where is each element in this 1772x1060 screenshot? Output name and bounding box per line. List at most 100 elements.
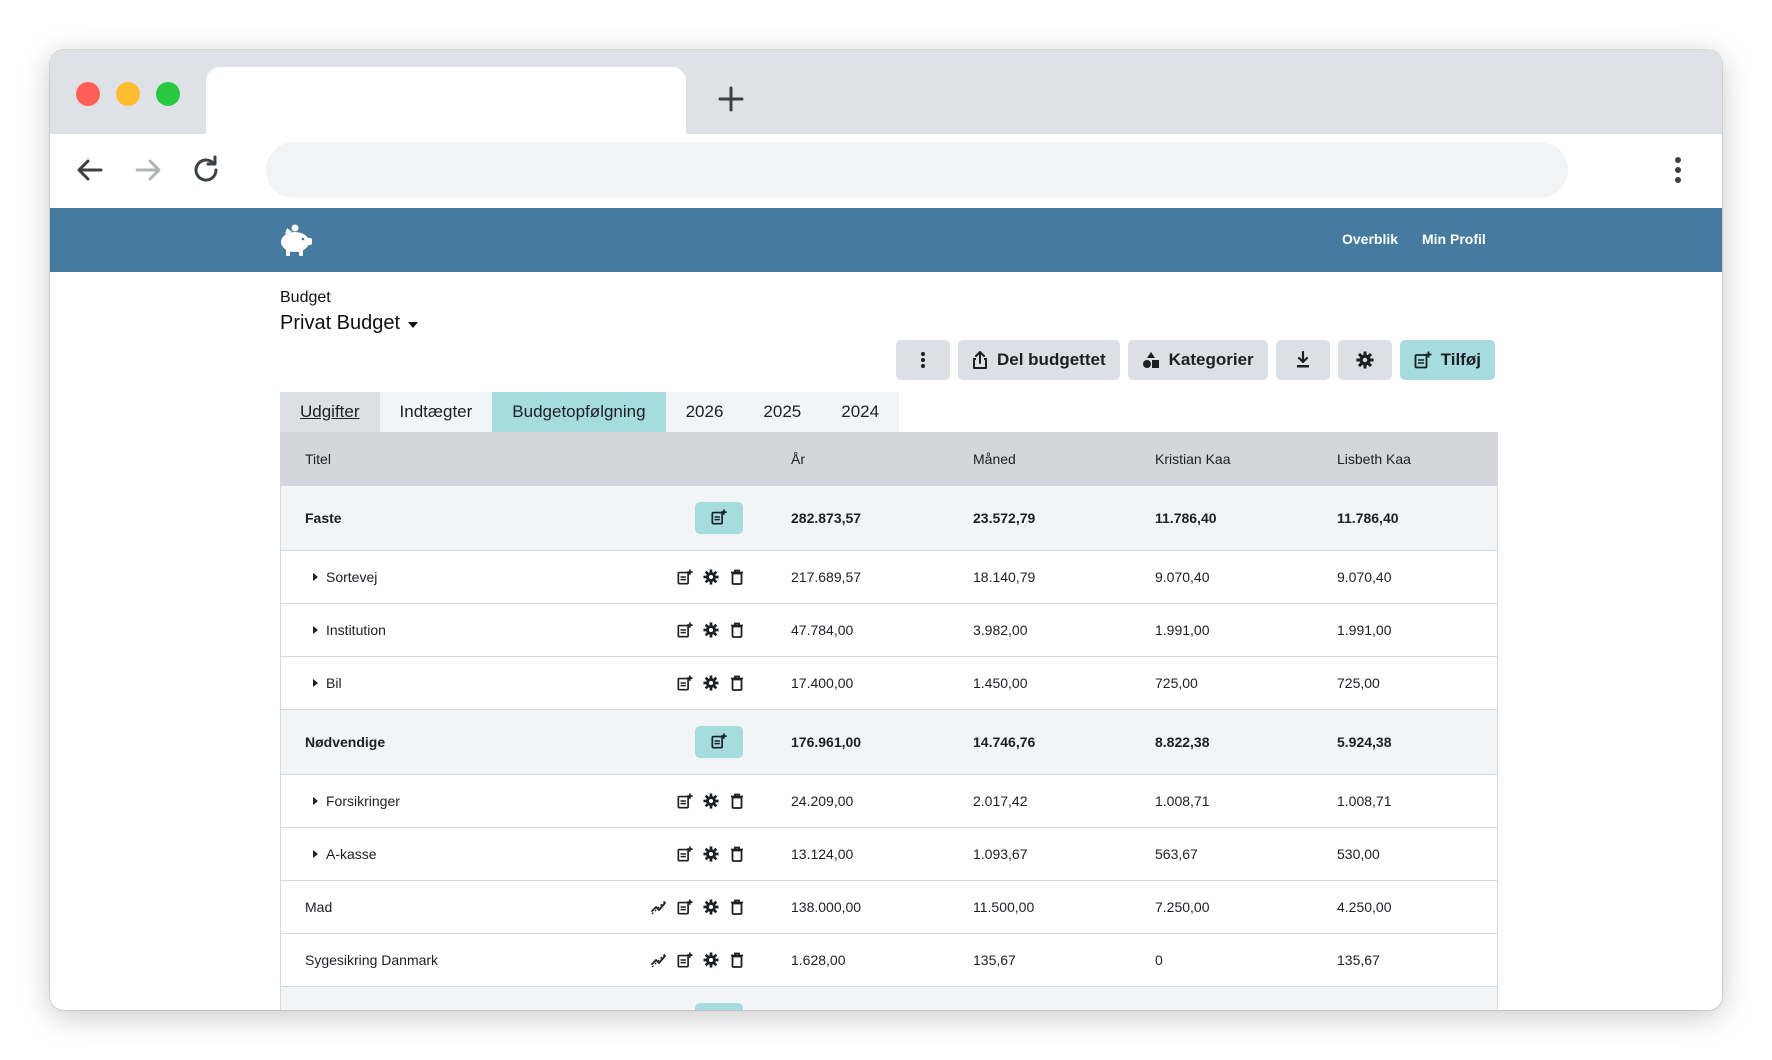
add-note-icon[interactable] [677,569,693,585]
add-button[interactable]: Tilføj [1399,340,1495,380]
tab-2026[interactable]: 2026 [666,392,744,432]
header-lisbeth-kaa: Lisbeth Kaa [1337,450,1411,467]
cell-lisbeth-kaa: 725,00 [1337,675,1380,691]
gear-icon[interactable] [703,899,719,915]
gear-icon[interactable] [703,952,719,968]
table-row[interactable]: A-kasse 13.124,00 1.093,67 563,67 530,00 [281,828,1497,881]
row-actions [677,675,745,691]
cell-ar: 282.873,57 [791,510,862,526]
browser-menu-icon[interactable] [1660,152,1696,188]
main-content: Budget Privat Budget Del budgettet Kateg… [50,272,1722,1010]
gear-icon[interactable] [703,622,719,638]
add-to-group-button[interactable] [695,502,743,534]
row-title[interactable]: Bil [313,675,342,691]
expand-caret-icon[interactable] [313,679,318,687]
table-group-row[interactable] [281,987,1497,1010]
table-group-row[interactable]: Nødvendige 176.961,00 14.746,76 8.822,38 5.9… [281,710,1497,775]
row-title[interactable]: A-kasse [313,846,377,862]
reload-icon[interactable] [188,152,224,188]
minimize-window-button[interactable] [116,82,140,106]
cell-lisbeth-kaa: 9.070,40 [1337,569,1392,585]
row-title[interactable]: Institution [313,622,386,638]
add-note-icon [711,508,727,528]
piggy-bank-logo-icon[interactable] [276,222,314,258]
download-button[interactable] [1275,340,1330,380]
action-toolbar: Del budgettet Kategorier Tilføj [896,340,1495,380]
add-note-icon[interactable] [677,675,693,691]
cell-kristian-kaa: 1.991,00 [1155,622,1210,638]
cell-lisbeth-kaa: 135,67 [1337,952,1380,968]
trash-icon[interactable] [729,846,745,862]
expand-caret-icon[interactable] [313,573,318,581]
table-group-row[interactable]: Faste 282.873,57 23.572,79 11.786,40 11.786,… [281,486,1497,551]
app-navbar: Overblik Min Profil [50,208,1722,272]
trash-icon[interactable] [729,622,745,638]
cell-maned: 135,67 [973,952,1016,968]
table-row[interactable]: Bil 17.400,00 1.450,00 725,00 725,00 [281,657,1497,710]
table-row[interactable]: Sygesikring Danmark 1.628,00 135,67 0 135,67 [281,934,1497,987]
gear-icon[interactable] [703,793,719,809]
trash-icon[interactable] [729,569,745,585]
shapes-icon [1142,351,1160,369]
expand-caret-icon[interactable] [313,797,318,805]
gear-icon[interactable] [703,846,719,862]
table-row[interactable]: Forsikringer 24.209,00 2.017,42 1.008,71 1.0… [281,775,1497,828]
add-note-icon[interactable] [677,899,693,915]
cell-kristian-kaa: 11.786,40 [1155,510,1217,526]
forward-arrow-icon[interactable] [130,152,166,188]
table-row[interactable]: Sortevej 217.689,57 18.140,79 9.070,40 9.070… [281,551,1497,604]
cell-ar: 217.689,57 [791,569,862,585]
row-title-text: Forsikringer [326,793,400,809]
add-note-icon [1414,351,1432,369]
row-actions [651,952,745,968]
trend-chart-icon[interactable] [651,952,667,968]
row-actions [677,622,745,638]
tab-2025[interactable]: 2025 [743,392,821,432]
maximize-window-button[interactable] [156,82,180,106]
add-note-icon[interactable] [677,622,693,638]
settings-button[interactable] [1337,340,1392,380]
new-tab-icon[interactable] [714,82,748,116]
row-title[interactable]: Sortevej [313,569,377,585]
trash-icon[interactable] [729,899,745,915]
close-window-button[interactable] [76,82,100,106]
add-to-group-button[interactable] [695,726,743,758]
gear-icon[interactable] [703,675,719,691]
address-bar[interactable] [266,142,1568,198]
table-row[interactable]: Mad 138.000,00 11.500,00 7.250,00 4.250,00 [281,881,1497,934]
nav-link-min-profil[interactable]: Min Profil [1422,231,1486,247]
share-budget-label: Del budgettet [997,350,1106,369]
header-titel: Titel [305,450,331,467]
cell-kristian-kaa: 7.250,00 [1155,899,1210,915]
row-title: Sygesikring Danmark [305,952,439,968]
add-note-icon[interactable] [677,846,693,862]
cell-kristian-kaa: 725,00 [1155,675,1198,691]
trend-chart-icon[interactable] [651,899,667,915]
add-note-icon[interactable] [677,952,693,968]
row-title[interactable]: Forsikringer [313,793,400,809]
gear-icon[interactable] [703,569,719,585]
tab-indtaegter[interactable]: Indtægter [380,392,493,432]
trash-icon[interactable] [729,675,745,691]
tab-budgetopfoelgning[interactable]: Budgetopfølgning [492,392,666,432]
cell-maned: 1.450,00 [973,675,1028,691]
nav-link-overblik[interactable]: Overblik [1342,231,1398,247]
trash-icon[interactable] [729,952,745,968]
browser-tab[interactable] [206,67,686,134]
budget-selector[interactable]: Privat Budget [280,312,419,335]
expand-caret-icon[interactable] [313,626,318,634]
categories-button[interactable]: Kategorier [1127,340,1268,380]
add-to-group-button[interactable] [695,1003,743,1010]
add-note-icon[interactable] [677,793,693,809]
tab-2024[interactable]: 2024 [821,392,899,432]
back-arrow-icon[interactable] [72,152,108,188]
cell-ar: 13.124,00 [791,846,854,862]
share-budget-button[interactable]: Del budgettet [958,340,1120,380]
trash-icon[interactable] [729,793,745,809]
more-options-button[interactable] [896,340,950,380]
tab-udgifter[interactable]: Udgifter [280,392,380,432]
row-title: Mad [305,899,333,915]
expand-caret-icon[interactable] [313,850,318,858]
table-row[interactable]: Institution 47.784,00 3.982,00 1.991,00 1.99… [281,604,1497,657]
header-ar: År [791,450,805,467]
